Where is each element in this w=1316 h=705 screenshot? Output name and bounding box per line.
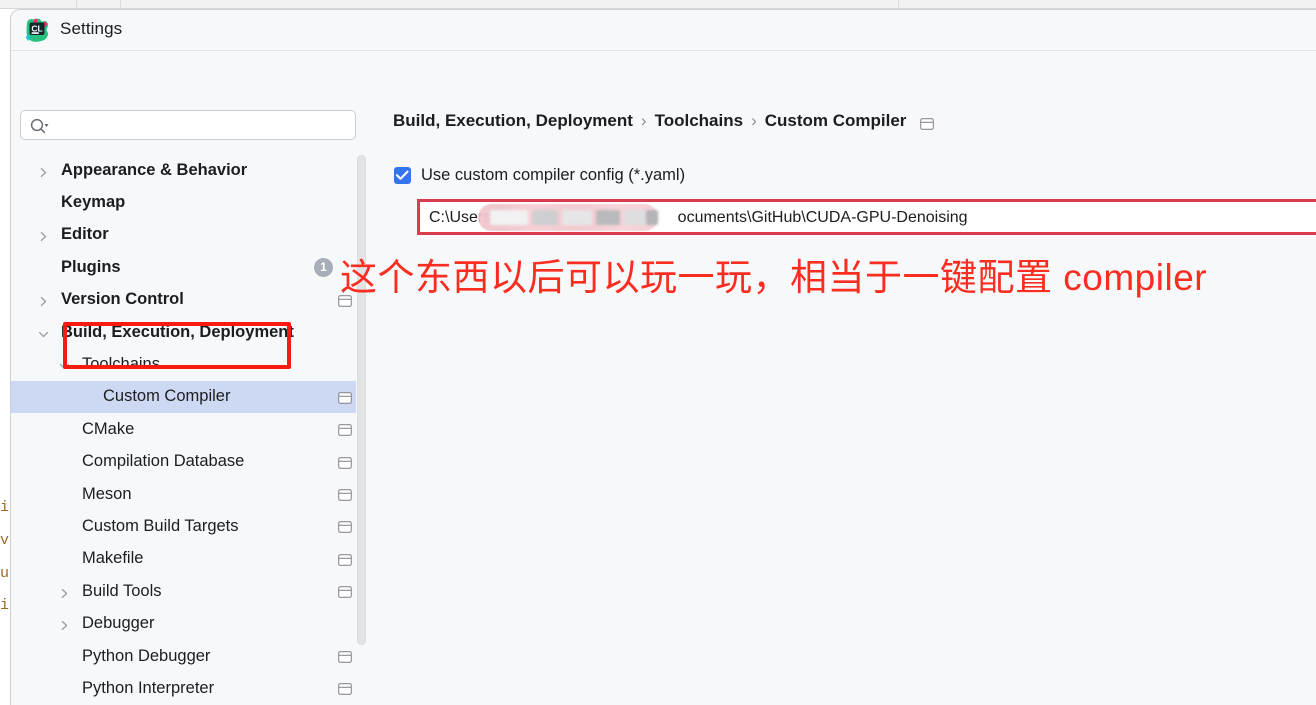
sidebar-item-custom-compiler[interactable]: Custom Compiler bbox=[11, 380, 366, 414]
ide-toolbar-divider bbox=[898, 0, 899, 9]
sidebar-item-label: Debugger bbox=[82, 614, 155, 633]
sidebar-item-label: Build, Execution, Deployment bbox=[61, 322, 294, 341]
chevron-right-icon[interactable] bbox=[38, 165, 49, 177]
sidebar-item-appearance-behavior[interactable]: Appearance & Behavior bbox=[11, 154, 366, 186]
breadcrumb: Build, Execution, Deployment › Toolchain… bbox=[393, 111, 935, 131]
search-input[interactable] bbox=[53, 111, 349, 139]
annotation-note-text: 这个东西以后可以玩一玩，相当于一键配置 compiler bbox=[340, 257, 1208, 298]
settings-dialog: CL Settings Appearance & Behavior Keymap E… bbox=[10, 9, 1316, 705]
use-custom-compiler-config-row[interactable]: Use custom compiler config (*.yaml) bbox=[394, 166, 685, 185]
breadcrumb-item-0[interactable]: Build, Execution, Deployment bbox=[393, 111, 633, 131]
path-suffix: ocuments\GitHub\CUDA-GPU-Denoising bbox=[677, 209, 968, 226]
window-title: Settings bbox=[60, 19, 123, 38]
sidebar-item-label: Custom Build Targets bbox=[82, 516, 239, 535]
project-scope-icon[interactable] bbox=[338, 488, 352, 501]
settings-sidebar: Appearance & Behavior Keymap Editor Plugins… bbox=[11, 51, 367, 705]
sidebar-item-python-interpreter[interactable]: Python Interpreter bbox=[11, 672, 366, 704]
sidebar-item-label: Keymap bbox=[61, 193, 126, 212]
sidebar-item-build-execution-deployment[interactable]: Build, Execution, Deployment bbox=[11, 316, 366, 348]
breadcrumb-separator: › bbox=[751, 111, 757, 130]
sidebar-item-compilation-database[interactable]: Compilation Database bbox=[11, 446, 366, 478]
sidebar-item-keymap[interactable]: Keymap bbox=[11, 186, 366, 218]
sidebar-item-label: Plugins bbox=[61, 257, 121, 276]
project-scope-icon[interactable] bbox=[338, 456, 352, 469]
sidebar-item-plugins[interactable]: Plugins 1 bbox=[11, 251, 366, 283]
sidebar-item-toolchains[interactable]: Toolchains bbox=[11, 348, 366, 380]
sidebar-item-label: Python Interpreter bbox=[82, 678, 215, 697]
settings-tree: Appearance & Behavior Keymap Editor Plugins… bbox=[11, 154, 366, 705]
project-scope-icon[interactable] bbox=[920, 115, 935, 130]
chevron-down-icon[interactable] bbox=[59, 359, 70, 370]
chevron-right-icon[interactable] bbox=[38, 229, 49, 242]
use-custom-compiler-config-checkbox[interactable] bbox=[394, 167, 411, 184]
background-code-fragment: v bbox=[0, 532, 10, 549]
sidebar-item-badge: 1 bbox=[314, 257, 333, 277]
ide-toolbar-strip bbox=[0, 0, 1316, 9]
project-scope-icon[interactable] bbox=[338, 520, 352, 534]
sidebar-item-label: Build Tools bbox=[82, 581, 162, 600]
sidebar-item-label: Compilation Database bbox=[82, 452, 245, 471]
breadcrumb-item-1[interactable]: Toolchains bbox=[655, 111, 743, 131]
sidebar-item-label: Appearance & Behavior bbox=[61, 160, 248, 179]
sidebar-item-editor[interactable]: Editor bbox=[11, 219, 366, 251]
sidebar-item-python-debugger[interactable]: Python Debugger bbox=[11, 640, 366, 672]
sidebar-item-build-tools[interactable]: Build Tools bbox=[11, 575, 366, 607]
settings-detail-pane: Build, Execution, Deployment › Toolchain… bbox=[367, 51, 1316, 705]
breadcrumb-item-2: Custom Compiler bbox=[764, 111, 907, 130]
background-code-fragment: u bbox=[0, 565, 10, 582]
chevron-right-icon[interactable] bbox=[59, 618, 70, 631]
search-icon bbox=[29, 117, 49, 135]
sidebar-item-label: Custom Compiler bbox=[103, 387, 231, 406]
sidebar-item-label: CMake bbox=[82, 419, 135, 438]
sidebar-item-label: Python Debugger bbox=[82, 646, 211, 665]
chevron-right-icon[interactable] bbox=[38, 294, 49, 307]
sidebar-item-meson[interactable]: Meson bbox=[11, 478, 366, 510]
sidebar-item-makefile[interactable]: Makefile bbox=[11, 543, 366, 575]
svg-text:CL: CL bbox=[31, 23, 42, 33]
sidebar-scrollbar-thumb[interactable] bbox=[357, 155, 366, 645]
sidebar-item-label: Makefile bbox=[82, 549, 144, 568]
project-scope-icon[interactable] bbox=[338, 682, 352, 696]
breadcrumb-separator: › bbox=[640, 111, 647, 130]
sidebar-item-label: Version Control bbox=[61, 290, 184, 309]
project-scope-icon[interactable] bbox=[338, 650, 352, 663]
sidebar-item-debugger[interactable]: Debugger bbox=[11, 607, 366, 639]
dialog-titlebar: CL Settings bbox=[11, 10, 1316, 51]
clion-logo-icon: CL bbox=[23, 16, 51, 44]
ide-toolbar-divider bbox=[76, 0, 77, 9]
ide-toolbar-divider bbox=[120, 0, 121, 9]
sidebar-item-label: Toolchains bbox=[82, 355, 160, 374]
redaction-overlay bbox=[478, 204, 658, 231]
dialog-body: Appearance & Behavior Keymap Editor Plugins… bbox=[11, 51, 1316, 705]
chevron-down-icon[interactable] bbox=[38, 327, 49, 338]
use-custom-compiler-config-label: Use custom compiler config (*.yaml) bbox=[421, 166, 686, 184]
sidebar-item-cmake[interactable]: CMake bbox=[11, 413, 366, 445]
project-scope-icon[interactable] bbox=[338, 585, 352, 599]
sidebar-item-version-control[interactable]: Version Control bbox=[11, 284, 366, 316]
sidebar-item-custom-build-targets[interactable]: Custom Build Targets bbox=[11, 510, 366, 542]
compiler-config-path-field[interactable]: C:\Users\ ocuments\GitHub\CUDA-GPU-Denois… bbox=[417, 199, 1316, 235]
project-scope-icon[interactable] bbox=[338, 553, 352, 566]
search-box[interactable] bbox=[20, 110, 356, 140]
sidebar-item-label: Meson bbox=[82, 484, 132, 503]
project-scope-icon[interactable] bbox=[338, 391, 352, 404]
project-scope-icon[interactable] bbox=[338, 423, 352, 437]
sidebar-item-label: Editor bbox=[61, 225, 109, 244]
chevron-right-icon[interactable] bbox=[59, 586, 70, 598]
